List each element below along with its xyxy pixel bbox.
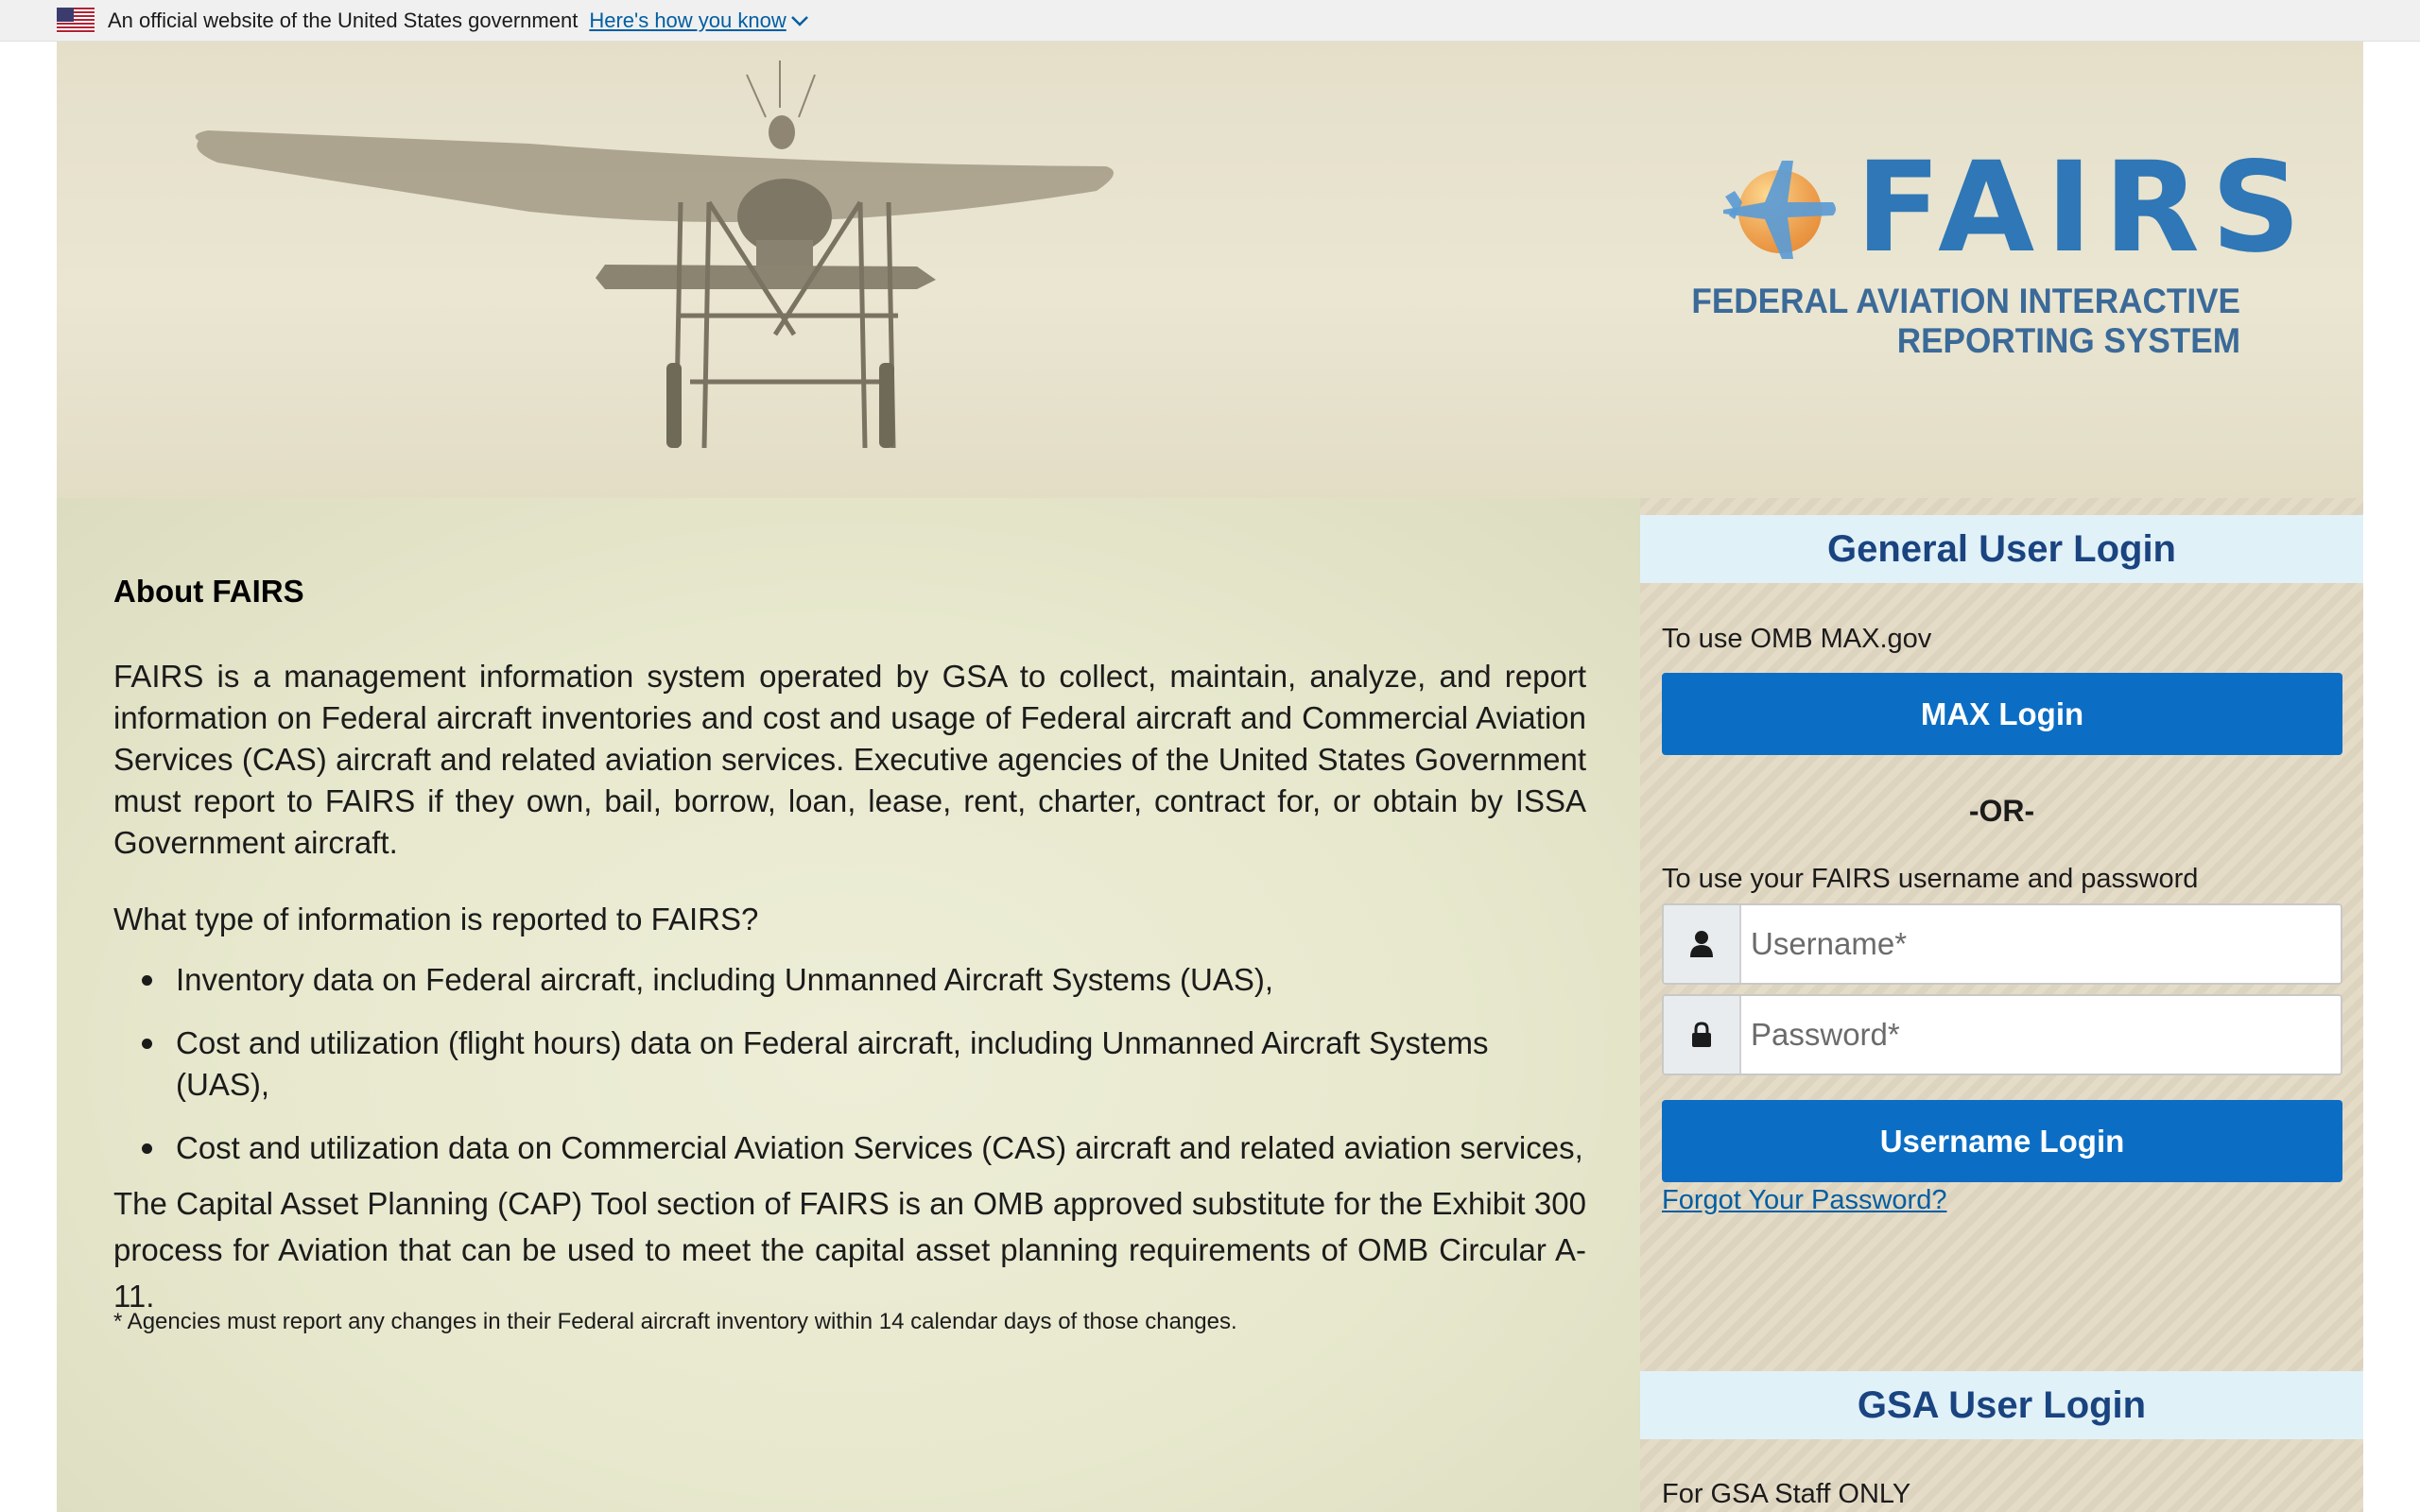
about-section: About FAIRS FAIRS is a management inform… [57, 498, 1640, 1512]
vintage-airplane-image [195, 60, 1115, 449]
list-item: Inventory data on Federal aircraft, incl… [113, 959, 1586, 1001]
fairs-login-hint: To use your FAIRS username and password [1662, 864, 2199, 894]
list-item-text: Cost and utilization (flight hours) data… [176, 1025, 1489, 1102]
username-login-button[interactable]: Username Login [1662, 1100, 2342, 1182]
gov-banner: An official website of the United States… [0, 0, 2420, 42]
fairs-logo-subtitle: FEDERAL AVIATION INTERACTIVE REPORTING S… [1691, 282, 2240, 360]
gsa-login-hint: For GSA Staff ONLY [1662, 1479, 1911, 1509]
about-question: What type of information is reported to … [113, 902, 759, 936]
login-sidebar: General User Login To use OMB MAX.gov MA… [1640, 498, 2363, 1512]
user-icon [1664, 905, 1741, 983]
forgot-password-link[interactable]: Forgot Your Password? [1662, 1185, 1946, 1216]
chevron-down-icon [790, 15, 808, 26]
or-divider: -OR- [1968, 794, 2035, 828]
general-login-title: General User Login [1640, 515, 2363, 583]
max-hint: To use OMB MAX.gov [1662, 624, 1932, 654]
list-item: Cost and utilization data on Commercial … [113, 1127, 1586, 1169]
gov-banner-text: An official website of the United States… [108, 8, 579, 32]
list-item: Cost and utilization (flight hours) data… [113, 1022, 1586, 1106]
fairs-logo: FAIRS FEDERAL AVIATION INTERACTIVE REPOR… [1465, 108, 2301, 360]
us-flag-icon [57, 8, 95, 33]
about-paragraph: FAIRS is a management information system… [113, 659, 1586, 860]
footnote: * Agencies must report any changes in th… [113, 1309, 1237, 1334]
gsa-login-title: GSA User Login [1640, 1371, 2363, 1439]
fairs-logo-word: FAIRS [1856, 135, 2313, 281]
max-login-button[interactable]: MAX Login [1662, 673, 2342, 755]
fairs-plane-emblem-icon [1723, 161, 1836, 259]
list-item-text: Cost and utilization data on Commercial … [176, 1130, 1583, 1165]
heres-how-you-know-label: Here's how you know [589, 8, 786, 32]
about-title: About FAIRS [113, 574, 304, 609]
password-input[interactable] [1741, 996, 2341, 1074]
reported-info-list: Inventory data on Federal aircraft, incl… [113, 959, 1586, 1191]
site-header: FAIRS FEDERAL AVIATION INTERACTIVE REPOR… [57, 42, 2363, 498]
password-field [1662, 994, 2342, 1075]
lock-icon [1664, 996, 1741, 1074]
username-field [1662, 903, 2342, 985]
username-input[interactable] [1741, 905, 2341, 983]
list-item-text: Inventory data on Federal aircraft, incl… [176, 962, 1274, 997]
cap-tool-paragraph: The Capital Asset Planning (CAP) Tool se… [113, 1186, 1586, 1314]
heres-how-you-know-link[interactable]: Here's how you know [589, 9, 808, 33]
